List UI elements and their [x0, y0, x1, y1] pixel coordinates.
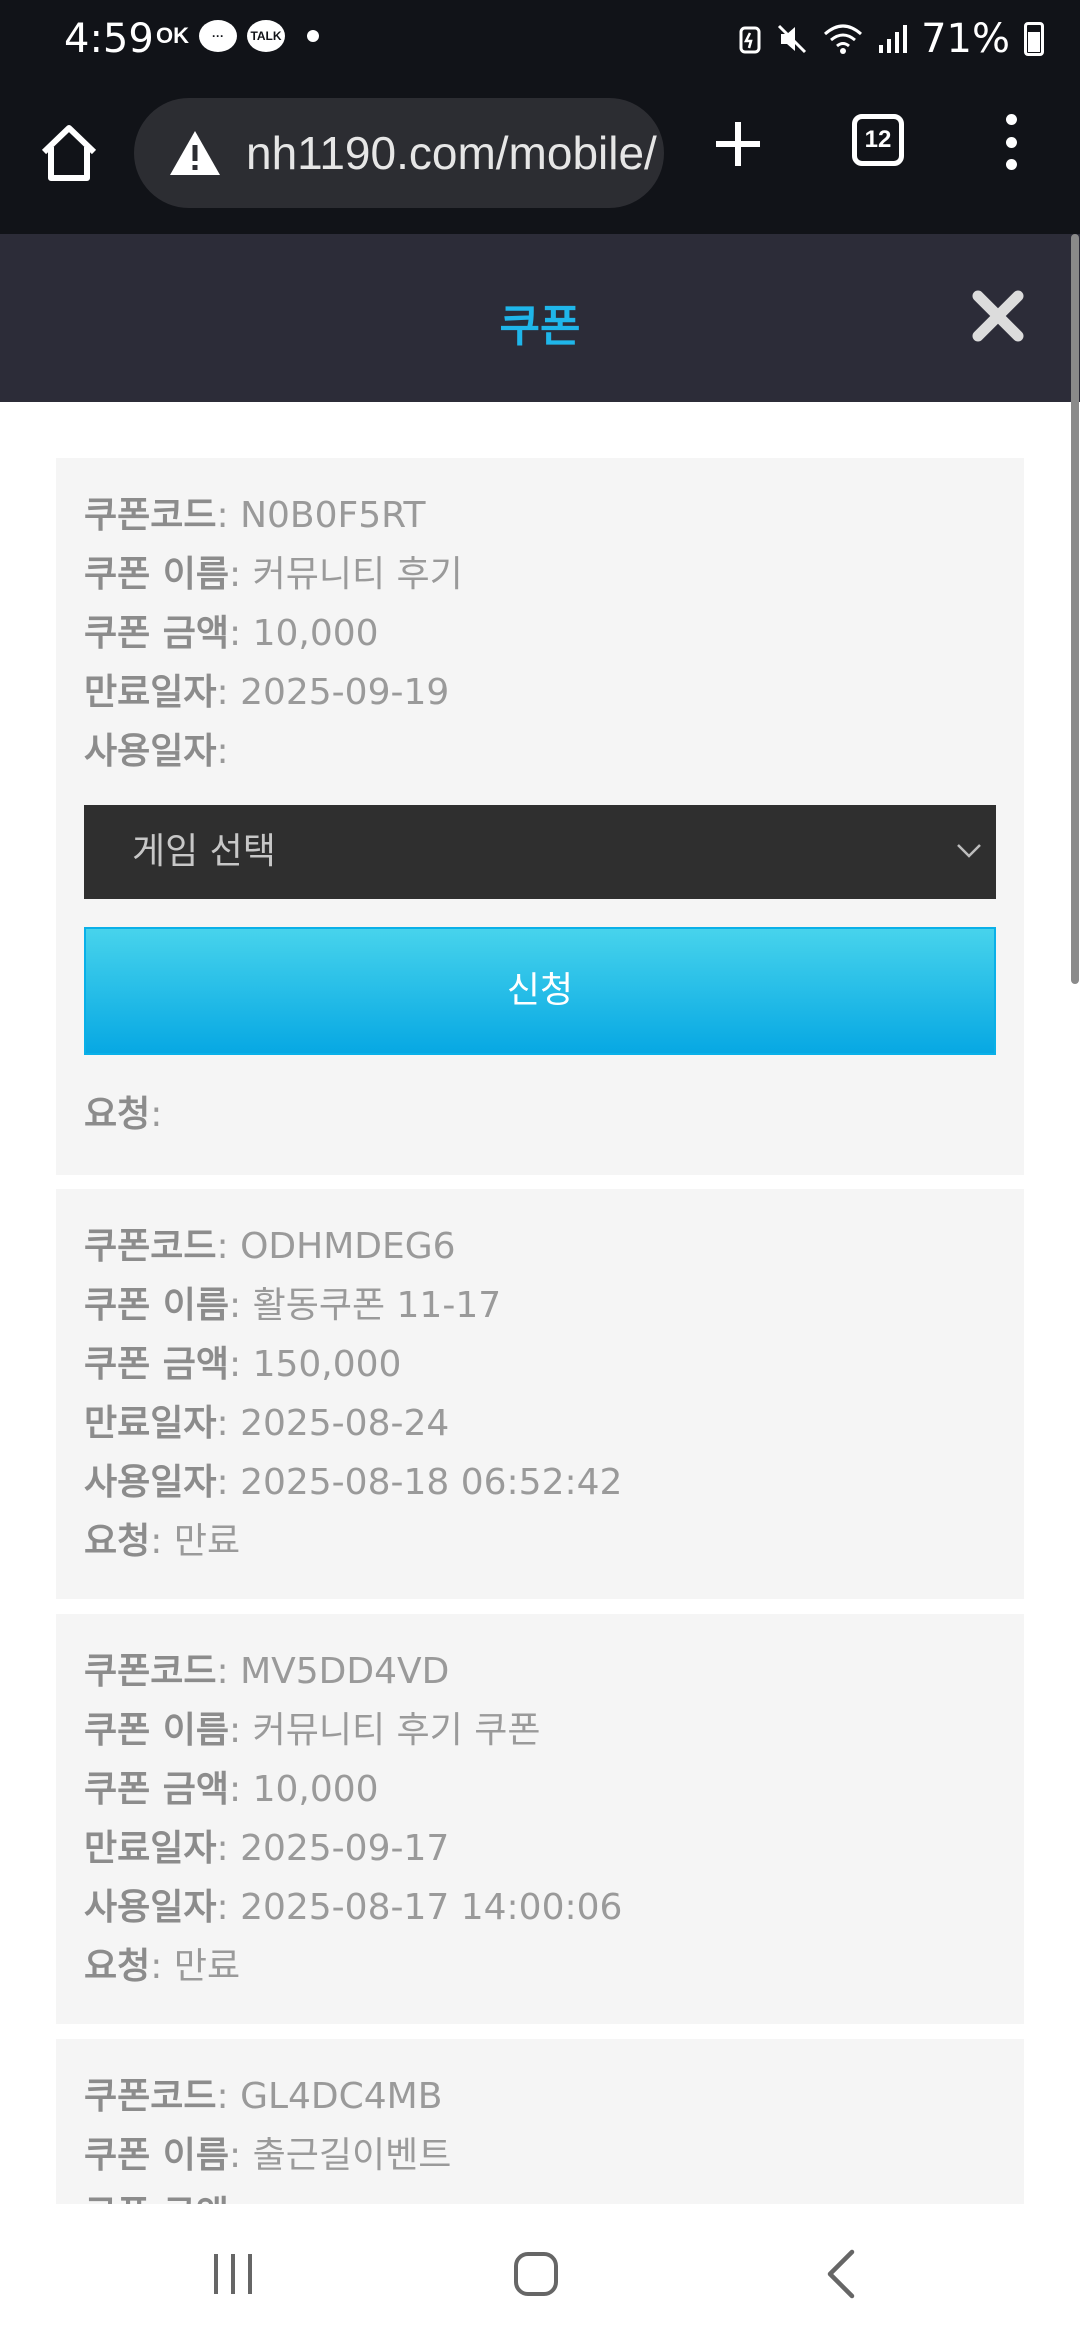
home-button-icon[interactable] — [512, 2250, 560, 2298]
coupon-amount-value: 10,000 — [252, 613, 379, 654]
system-status-icons: 71% — [739, 16, 1044, 62]
coupon-expiry-value: 2025-09-19 — [240, 672, 450, 713]
coupon-name-row: 쿠폰 이름: 활동쿠폰 11-17 — [84, 1285, 502, 1326]
coupon-amount-value: 10,000 — [252, 1769, 379, 1810]
coupon-expiry-row: 만료일자: 2025-09-19 — [84, 672, 450, 713]
coupon-amount-value: 150,000 — [252, 1344, 402, 1385]
browser-toolbar: nh1190.com/mobile/ 12 — [0, 84, 1080, 234]
back-icon[interactable] — [820, 2248, 860, 2300]
home-icon[interactable] — [36, 120, 102, 186]
coupon-used-value: 2025-08-17 14:00:06 — [240, 1887, 623, 1928]
coupon-expiry-row: 만료일자: 2025-09-17 — [84, 1828, 450, 1869]
new-tab-plus-icon[interactable] — [712, 118, 764, 170]
coupon-request-value: 만료 — [173, 1946, 241, 1987]
battery-icon — [1024, 22, 1044, 56]
modal-title: 쿠폰 — [499, 301, 581, 352]
browser-menu-icon[interactable] — [996, 114, 1026, 170]
coupon-name-row: 쿠폰 이름: 커뮤니티 후기 쿠폰 — [84, 1710, 541, 1751]
recent-apps-icon[interactable] — [210, 2252, 256, 2296]
more-notifications-dot-icon — [307, 30, 319, 42]
coupon-name-value: 커뮤니티 후기 쿠폰 — [252, 1710, 541, 1751]
coupon-code-value: ODHMDEG6 — [240, 1226, 456, 1267]
coupon-code-value: MV5DD4VD — [240, 1651, 450, 1692]
kakaotalk-icon: TALK — [247, 20, 285, 52]
coupon-used-row: 사용일자: 2025-08-18 06:52:42 — [84, 1462, 623, 1503]
not-secure-warning-icon[interactable] — [168, 129, 222, 177]
message-icon: ··· — [199, 20, 237, 52]
coupon-code-value: N0B0F5RT — [240, 495, 426, 536]
coupon-request-row: 요청: 만료 — [84, 1946, 241, 1987]
coupon-amount-row: 쿠폰 금액: 150,000 — [84, 1344, 402, 1385]
wifi-icon — [824, 24, 863, 54]
coupon-request-value: 만료 — [173, 1521, 241, 1562]
scrollbar-thumb[interactable] — [1071, 234, 1079, 984]
modal-header: 쿠폰 — [0, 234, 1080, 402]
system-navigation-bar — [0, 2204, 1080, 2340]
coupon-name-value: 출근길이벤트 — [252, 2135, 452, 2176]
coupon-request-row: 요청: 만료 — [84, 1521, 241, 1562]
coupon-amount-row: 쿠폰 금액: 10,000 — [84, 1769, 379, 1810]
status-bar: 4:59 OK ··· TALK 71% — [0, 0, 1080, 84]
coupon-code-row: 쿠폰코드: MV5DD4VD — [84, 1651, 450, 1692]
coupon-code-row: 쿠폰코드: ODHMDEG6 — [84, 1226, 456, 1267]
tab-switcher-button[interactable]: 12 — [852, 114, 904, 166]
url-text[interactable]: nh1190.com/mobile/ — [246, 126, 657, 180]
coupon-used-row: 사용일자: 2025-08-17 14:00:06 — [84, 1887, 623, 1928]
coupon-code-row: 쿠폰코드: N0B0F5RT — [84, 495, 426, 536]
coupon-card: 쿠폰코드: ODHMDEG6 쿠폰 이름: 활동쿠폰 11-17 쿠폰 금액: … — [56, 1189, 1024, 1599]
coupon-request-row: 요청: — [84, 1094, 163, 1135]
coupon-code-row: 쿠폰코드: GL4DC4MB — [84, 2076, 443, 2117]
game-select-dropdown[interactable]: 게임 선택 — [84, 805, 996, 899]
coupon-list[interactable]: 쿠폰코드: N0B0F5RT 쿠폰 이름: 커뮤니티 후기 쿠폰 금액: 10,… — [0, 402, 1070, 2204]
mute-icon — [778, 24, 807, 54]
coupon-amount-row: 쿠폰 금액 — [84, 2185, 996, 2204]
status-time: 4:59 — [64, 16, 154, 62]
coupon-card: 쿠폰코드: N0B0F5RT 쿠폰 이름: 커뮤니티 후기 쿠폰 금액: 10,… — [56, 458, 1024, 1175]
coupon-amount-row: 쿠폰 금액: 10,000 — [84, 613, 379, 654]
chevron-down-icon — [957, 844, 981, 858]
coupon-card: 쿠폰코드: MV5DD4VD 쿠폰 이름: 커뮤니티 후기 쿠폰 쿠폰 금액: … — [56, 1614, 1024, 2024]
coupon-card: 쿠폰코드: GL4DC4MB 쿠폰 이름: 출근길이벤트 쿠폰 금액 — [56, 2039, 1024, 2204]
notification-icons: OK ··· TALK — [156, 20, 319, 52]
game-select-value: 게임 선택 — [132, 831, 276, 872]
address-bar[interactable]: nh1190.com/mobile/ — [134, 98, 664, 208]
coupon-expiry-value: 2025-09-17 — [240, 1828, 450, 1869]
coupon-name-value: 커뮤니티 후기 — [252, 554, 463, 595]
coupon-code-value: GL4DC4MB — [240, 2076, 443, 2117]
coupon-name-row: 쿠폰 이름: 커뮤니티 후기 — [84, 554, 463, 595]
coupon-name-row: 쿠폰 이름: 출근길이벤트 — [84, 2135, 452, 2176]
battery-saver-icon — [739, 26, 761, 54]
coupon-used-value: 2025-08-18 06:52:42 — [240, 1462, 623, 1503]
battery-percent: 71% — [921, 16, 1010, 62]
signal-icon — [879, 25, 908, 53]
coupon-name-value: 활동쿠폰 11-17 — [252, 1285, 502, 1326]
coupon-used-row: 사용일자: — [84, 731, 229, 772]
apply-button[interactable]: 신청 — [84, 927, 996, 1055]
ok-notification-icon: OK — [156, 23, 189, 48]
close-icon[interactable] — [970, 288, 1026, 344]
coupon-expiry-value: 2025-08-24 — [240, 1403, 450, 1444]
coupon-expiry-row: 만료일자: 2025-08-24 — [84, 1403, 450, 1444]
